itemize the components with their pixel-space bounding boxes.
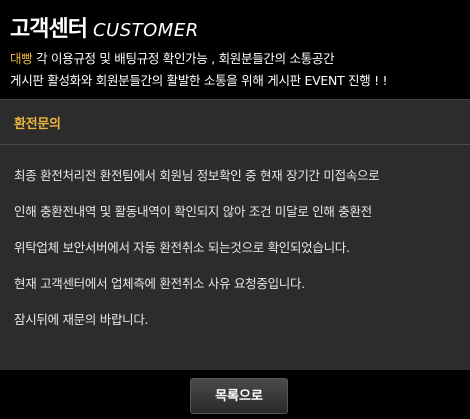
post-title: 환전문의 [14, 117, 61, 132]
customer-center-page: 고객센터 CUSTOMER 대빵 각 이용규정 및 배팅규정 확인가능 , 회원… [0, 0, 470, 419]
page-title-korean: 고객센터 [10, 17, 88, 42]
notice-text: 대빵 각 이용규정 및 배팅규정 확인가능 , 회원분들간의 소통공간 게시판 … [10, 48, 466, 92]
page-title-english: CUSTOMER [92, 20, 199, 41]
page-header: 고객센터 CUSTOMER 대빵 각 이용규정 및 배팅규정 확인가능 , 회원… [0, 0, 470, 96]
notice-line-1-text: 각 이용규정 및 배팅규정 확인가능 , 회원분들간의 소통공간 [32, 51, 335, 66]
post-body: 최종 환전처리전 환전팀에서 회원님 정보확인 중 현재 장기간 미접속으로 인… [14, 158, 460, 338]
back-to-list-button[interactable]: 목록으로 [190, 378, 288, 414]
page-footer: 목록으로 [0, 370, 470, 419]
post-body-line: 인해 충환전내역 및 활동내역이 확인되지 않아 조건 미달로 인해 충환전 [14, 204, 372, 219]
post-body-line: 최종 환전처리전 환전팀에서 회원님 정보확인 중 현재 장기간 미접속으로 [14, 168, 380, 183]
notice-line-1: 대빵 각 이용규정 및 배팅규정 확인가능 , 회원분들간의 소통공간 [10, 48, 466, 70]
post-body-line: 잠시뒤에 재문의 바랍니다. [14, 312, 149, 327]
post-body-line: 위탁업체 보안서버에서 자동 환전취소 되는것으로 확인되었습니다. [14, 240, 350, 255]
notice-line-2: 게시판 활성화와 회원분들간의 활발한 소통을 위해 게시판 EVENT 진행 … [10, 73, 388, 88]
post-title-bar: 환전문의 [0, 100, 470, 145]
page-title: 고객센터 CUSTOMER [10, 11, 199, 43]
post-panel: 환전문의 최종 환전처리전 환전팀에서 회원님 정보확인 중 현재 장기간 미접… [0, 99, 470, 370]
post-body-line: 현재 고객센터에서 업체측에 환전취소 사유 요청중입니다. [14, 276, 305, 291]
notice-brand: 대빵 [10, 51, 33, 66]
